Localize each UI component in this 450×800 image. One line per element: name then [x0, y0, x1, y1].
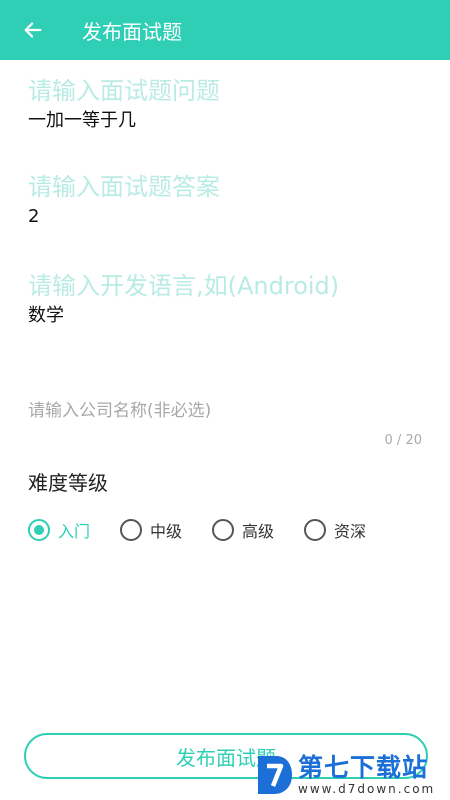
question-value[interactable]: 一加一等于几 — [28, 108, 428, 134]
watermark-url: www.d7down.com — [298, 781, 436, 796]
radio-label: 资深 — [334, 522, 367, 541]
radio-label: 入门 — [58, 522, 91, 541]
radio-intermediate[interactable]: 中级 — [120, 518, 182, 542]
question-label: 请输入面试题问题 — [28, 77, 220, 105]
radio-unchecked-icon — [212, 519, 235, 541]
radio-unchecked-icon — [120, 519, 143, 541]
radio-advanced[interactable]: 高级 — [212, 518, 274, 542]
radio-checked-icon — [28, 519, 50, 541]
radio-label: 高级 — [242, 522, 275, 541]
language-label: 请输入开发语言,如(Android) — [28, 272, 340, 300]
company-field[interactable] — [28, 401, 422, 421]
difficulty-label: 难度等级 — [28, 471, 108, 495]
answer-label: 请输入面试题答案 — [28, 173, 220, 201]
radio-label: 中级 — [150, 522, 183, 541]
answer-field[interactable]: 请输入面试题答案 2 — [28, 172, 428, 230]
watermark: 第七下载站 www.d7down.com — [254, 749, 450, 800]
radio-beginner[interactable]: 入门 — [28, 518, 90, 542]
question-field[interactable]: 请输入面试题问题 一加一等于几 — [28, 76, 428, 134]
radio-unchecked-icon — [304, 519, 327, 541]
difficulty-radio-group: 入门 中级 高级 资深 — [28, 518, 396, 542]
language-value[interactable]: 数学 — [28, 303, 428, 329]
language-field[interactable]: 请输入开发语言,如(Android) 数学 — [28, 271, 428, 329]
company-char-counter: 0 / 20 — [384, 433, 422, 448]
watermark-name: 第七下载站 — [298, 752, 429, 782]
d7-logo-icon — [258, 755, 292, 794]
radio-senior[interactable]: 资深 — [304, 518, 366, 542]
arrow-left-icon — [24, 22, 42, 38]
app-bar: 发布面试题 — [0, 0, 450, 60]
answer-value[interactable]: 2 — [28, 204, 428, 230]
company-input[interactable] — [28, 401, 422, 421]
back-button[interactable] — [0, 0, 66, 60]
page-title: 发布面试题 — [82, 19, 182, 44]
